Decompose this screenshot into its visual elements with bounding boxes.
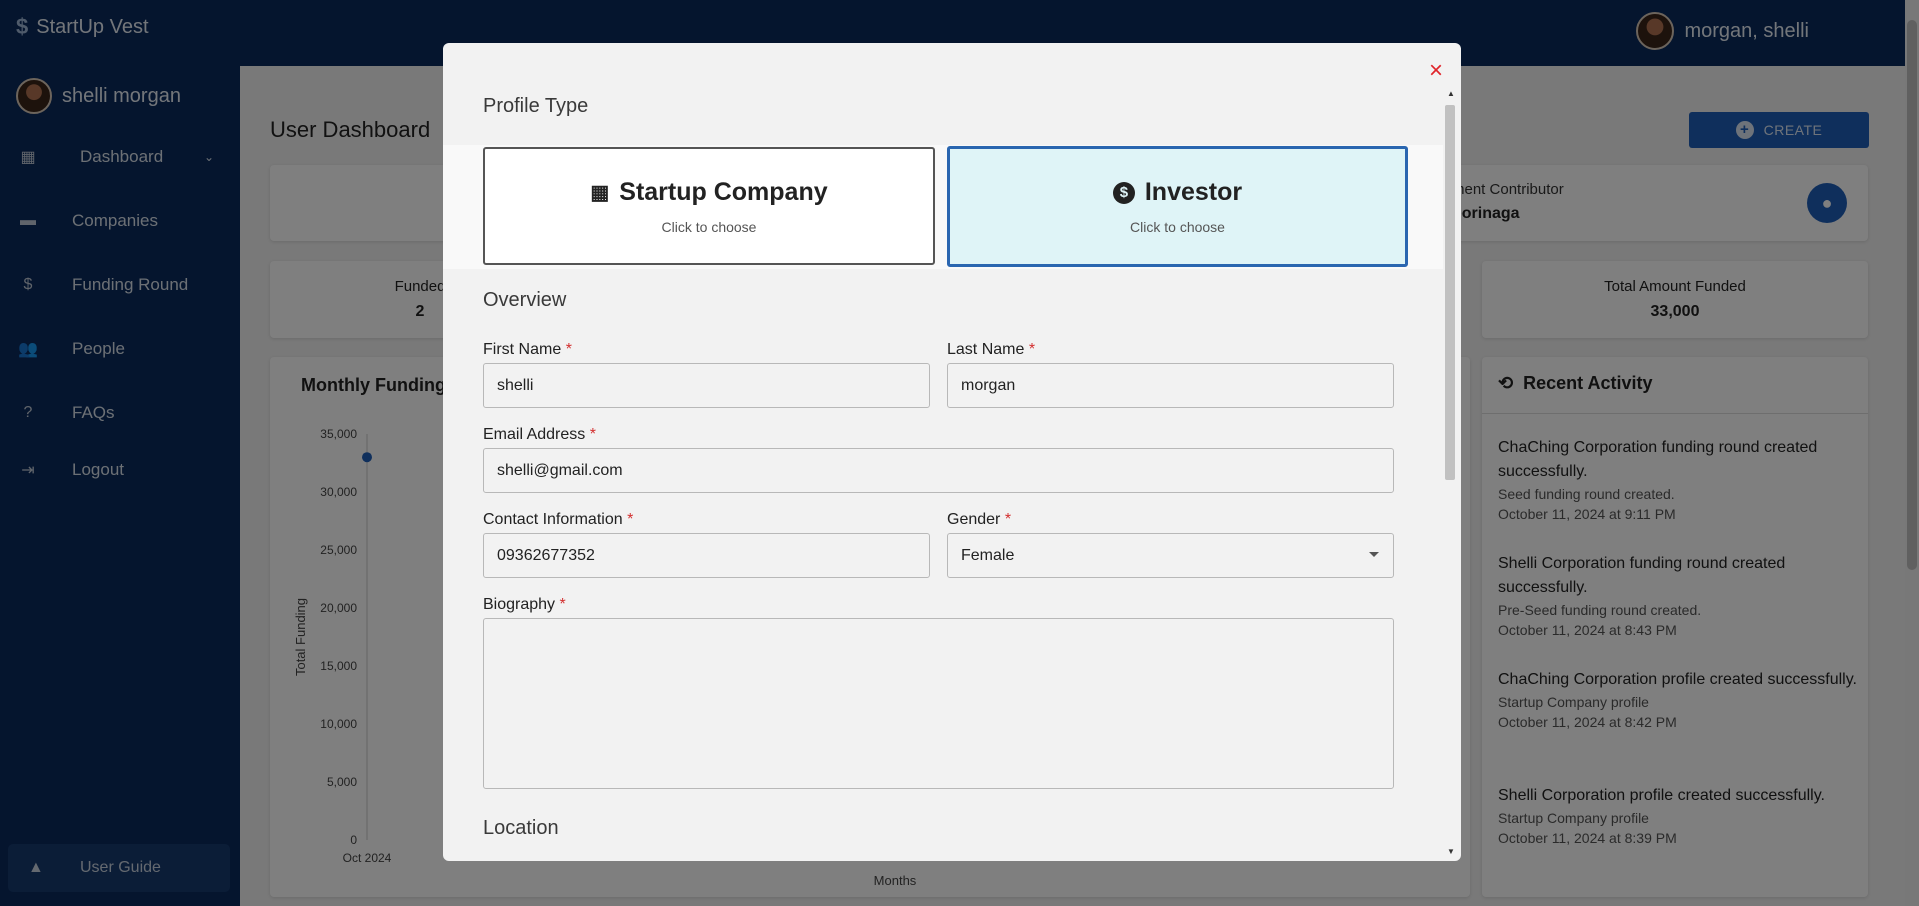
contact-label: Contact Information * [483, 511, 634, 528]
caret-down-icon [1369, 552, 1379, 557]
option-subtitle: Click to choose [1130, 219, 1225, 235]
modal-scrollbar[interactable]: ▲ [1443, 89, 1455, 853]
email-field[interactable]: shelli@gmail.com [483, 448, 1394, 493]
last-name-label: Last Name * [947, 341, 1036, 358]
biography-field[interactable] [483, 618, 1394, 789]
profile-type-heading: Profile Type [483, 95, 589, 117]
first-name-field[interactable]: shelli [483, 363, 930, 408]
contact-field[interactable]: 09362677352 [483, 533, 930, 578]
scroll-down-icon[interactable]: ▼ [1447, 847, 1455, 856]
biography-label: Biography * [483, 596, 566, 613]
gender-label: Gender * [947, 511, 1012, 528]
option-startup-company[interactable]: ▦ Startup Company Click to choose [483, 147, 935, 265]
dollar-circle-icon: $ [1112, 181, 1135, 204]
option-title: Startup Company [619, 177, 828, 206]
option-title: Investor [1144, 178, 1243, 206]
option-investor[interactable]: $ Investor Click to choose [947, 146, 1408, 267]
email-label: Email Address * [483, 426, 596, 443]
profile-modal: × Profile Type ▦ Startup Company Click t… [443, 43, 1461, 861]
option-subtitle: Click to choose [661, 218, 757, 235]
first-name-label: First Name * [483, 341, 572, 358]
modal-scrollbar-thumb[interactable] [1445, 105, 1455, 480]
gender-value: Female [961, 546, 1015, 564]
last-name-field[interactable]: morgan [947, 363, 1394, 408]
close-icon[interactable]: × [1429, 57, 1443, 85]
building-icon: ▦ [590, 181, 610, 204]
gender-select[interactable]: Female [947, 533, 1394, 578]
scroll-up-icon[interactable]: ▲ [1447, 89, 1455, 98]
location-heading: Location [483, 817, 559, 839]
overview-heading: Overview [483, 289, 567, 311]
